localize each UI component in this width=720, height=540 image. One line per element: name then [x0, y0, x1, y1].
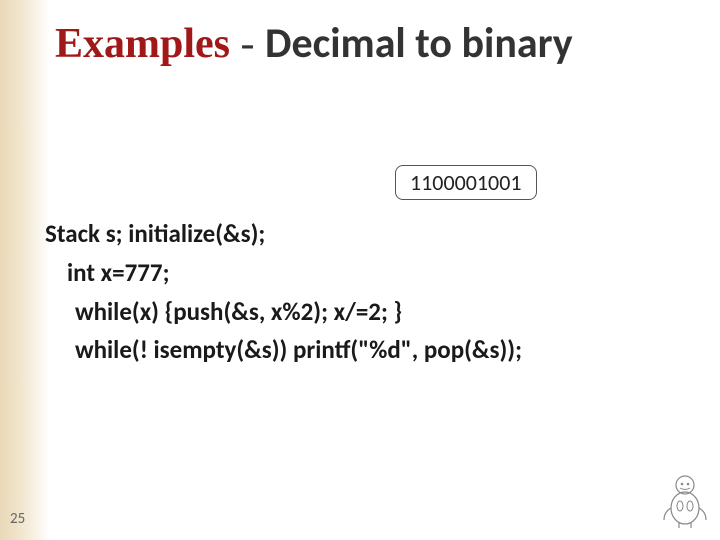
logo-icon [660, 470, 710, 530]
binary-result-value: 1100001001 [410, 169, 522, 196]
title-dash: - [230, 21, 265, 67]
left-gradient-decoration [0, 0, 50, 540]
code-line: while(! isempty(&s)) printf("%d", pop(&s… [45, 331, 522, 370]
slide-title: Examples - Decimal to binary [55, 18, 573, 69]
title-examples: Examples [55, 21, 230, 67]
binary-result-box: 1100001001 [395, 165, 537, 200]
code-block: Stack s; initialize(&s); int x=777; whil… [45, 215, 522, 370]
page-number: 25 [10, 510, 25, 528]
code-line: while(x) {push(&s, x%2); x/=2; } [45, 293, 522, 332]
code-line: int x=777; [45, 254, 522, 293]
code-line: Stack s; initialize(&s); [45, 215, 522, 254]
title-subject: Decimal to binary [265, 18, 573, 69]
